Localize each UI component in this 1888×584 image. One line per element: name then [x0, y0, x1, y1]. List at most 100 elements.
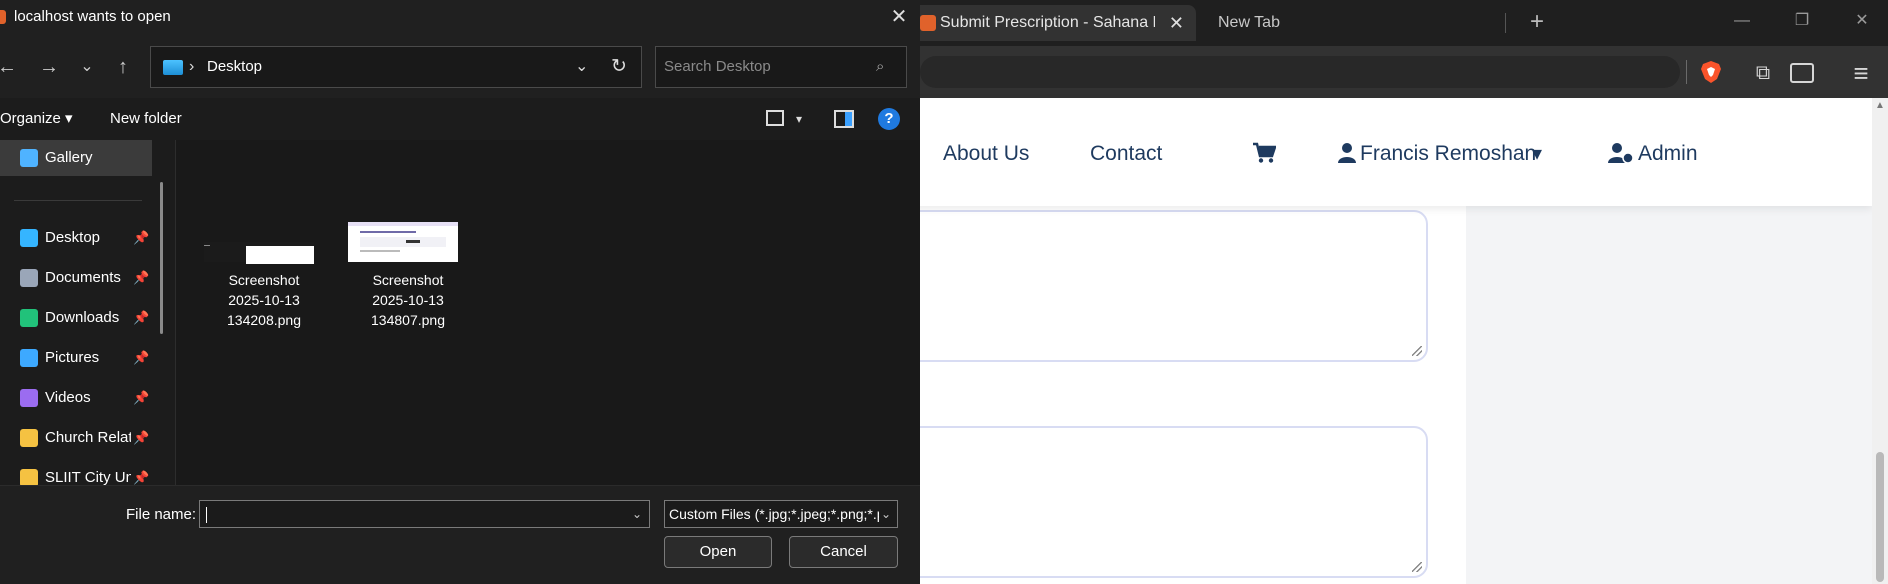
- nav-item-label: Desktop: [45, 229, 101, 246]
- cart-icon[interactable]: [1252, 142, 1276, 164]
- minimize-button[interactable]: —: [1722, 6, 1762, 36]
- back-icon[interactable]: ←: [0, 52, 20, 82]
- file-name-dropdown-icon[interactable]: ⌄: [632, 501, 642, 527]
- recent-locations-icon[interactable]: ⌄: [74, 52, 100, 82]
- folder-icon: [20, 229, 38, 247]
- file-name-line: 134807.png: [371, 312, 445, 328]
- file-name: Screenshot 2025-10-13 134208.png: [204, 270, 324, 330]
- path-separator-icon[interactable]: ›: [189, 47, 194, 87]
- folder-icon: [20, 269, 38, 287]
- tab-close-icon[interactable]: ✕: [1169, 5, 1184, 41]
- nav-item-videos[interactable]: Videos 📌: [0, 380, 152, 416]
- organize-menu[interactable]: Organize ▾: [0, 108, 73, 130]
- nav-user-menu[interactable]: Francis Remoshan: [1360, 140, 1536, 168]
- address-bar[interactable]: [920, 56, 1680, 88]
- nav-item-documents[interactable]: Documents 📌: [0, 260, 152, 296]
- notes-textarea[interactable]: [860, 210, 1428, 362]
- nav-pane-scrollbar[interactable]: [160, 182, 163, 334]
- scroll-thumb[interactable]: [1876, 452, 1884, 582]
- resize-handle[interactable]: [1412, 562, 1422, 572]
- folder-icon: [20, 309, 38, 327]
- admin-icon: [1608, 143, 1634, 164]
- up-folder-icon[interactable]: ↑: [110, 52, 136, 82]
- pin-icon[interactable]: 📌: [133, 340, 149, 376]
- help-icon[interactable]: ?: [878, 108, 900, 130]
- pin-icon[interactable]: 📌: [133, 420, 149, 456]
- file-name-line: 2025-10-13: [228, 292, 300, 308]
- search-input[interactable]: Search Desktop ⌕: [655, 46, 907, 88]
- tab-submit-prescription[interactable]: Submit Prescription - Sahana Medicals ✕: [910, 5, 1196, 41]
- window-close-button[interactable]: ✕: [1842, 6, 1882, 36]
- pin-icon[interactable]: 📌: [133, 300, 149, 336]
- user-menu-caret-icon[interactable]: ▾: [1532, 140, 1542, 168]
- nav-item-label: Downloads: [45, 309, 120, 326]
- browser-menu-icon[interactable]: ≡: [1848, 60, 1874, 86]
- nav-item-pictures[interactable]: Pictures 📌: [0, 340, 152, 376]
- nav-item-label: Church Related: [45, 429, 131, 446]
- tab-title: Submit Prescription - Sahana Medicals: [940, 14, 1155, 31]
- nav-admin[interactable]: Admin: [1638, 140, 1698, 168]
- user-icon: [1338, 143, 1356, 163]
- tab-separator: [1505, 13, 1506, 33]
- folder-icon: [20, 349, 38, 367]
- file-type-select[interactable]: Custom Files (*.jpg;*.jpeg;*.png;*.pdf) …: [664, 500, 898, 528]
- nav-item-downloads[interactable]: Downloads 📌: [0, 300, 152, 336]
- change-view-icon[interactable]: [766, 110, 784, 126]
- pin-icon[interactable]: 📌: [133, 380, 149, 416]
- nav-item-label: Documents: [45, 269, 121, 286]
- nav-item-desktop[interactable]: Desktop 📌: [0, 220, 152, 256]
- file-name-line: 2025-10-13: [372, 292, 444, 308]
- path-current-folder[interactable]: Desktop: [207, 47, 262, 87]
- resize-handle[interactable]: [1412, 346, 1422, 356]
- file-name-line: Screenshot: [372, 272, 444, 288]
- file-name-line: 134208.png: [227, 312, 301, 328]
- file-type-dropdown-icon[interactable]: ⌄: [881, 501, 891, 527]
- nav-item-label: Videos: [45, 389, 91, 406]
- nav-contact[interactable]: Contact: [1090, 140, 1162, 168]
- nav-item-gallery[interactable]: Gallery: [0, 140, 152, 176]
- dialog-title: localhost wants to open: [14, 8, 171, 25]
- text-caret: [206, 507, 207, 523]
- nav-item-church-related[interactable]: Church Related📌: [0, 420, 152, 456]
- app-icon: [0, 10, 6, 24]
- scroll-up-icon[interactable]: ▲: [1874, 100, 1886, 112]
- nav-item-label: Pictures: [45, 349, 100, 366]
- pin-icon[interactable]: 📌: [133, 220, 149, 256]
- address-path-bar[interactable]: › Desktop ⌄ ↻: [150, 46, 642, 88]
- file-thumbnail: [204, 242, 314, 264]
- tab-new-tab[interactable]: New Tab: [1205, 5, 1495, 41]
- nav-divider: [14, 200, 142, 201]
- brave-shields-icon[interactable]: [1700, 60, 1722, 84]
- folder-icon: [20, 149, 38, 167]
- site-favicon-icon: [920, 15, 936, 31]
- file-name-line: Screenshot: [228, 272, 300, 288]
- search-placeholder: Search Desktop: [664, 58, 771, 75]
- folder-icon: [20, 389, 38, 407]
- preview-pane-icon[interactable]: [834, 110, 854, 128]
- file-type-value: Custom Files (*.jpg;*.jpeg;*.png;*.pdf): [669, 506, 879, 522]
- file-thumbnail: [348, 222, 458, 262]
- file-name: Screenshot 2025-10-13 134807.png: [348, 270, 468, 330]
- path-history-dropdown-icon[interactable]: ⌄: [575, 47, 588, 87]
- refresh-icon[interactable]: ↻: [611, 47, 627, 87]
- folder-icon: [20, 429, 38, 447]
- new-folder-button[interactable]: New folder: [110, 108, 182, 130]
- view-options-dropdown-icon[interactable]: ▾: [796, 108, 802, 130]
- sidebar-icon[interactable]: [1790, 63, 1814, 83]
- nav-about-us[interactable]: About Us: [943, 140, 1029, 168]
- toolbar-separator: [1686, 60, 1687, 84]
- nav-item-label: Gallery: [45, 149, 93, 166]
- dialog-close-button[interactable]: ✕: [886, 4, 912, 30]
- extensions-icon[interactable]: ⧉: [1750, 60, 1776, 86]
- file-name-label: File name:: [126, 506, 197, 523]
- search-icon[interactable]: ⌕: [876, 47, 884, 87]
- open-button[interactable]: Open: [664, 536, 772, 568]
- cancel-button[interactable]: Cancel: [789, 536, 898, 568]
- pin-icon[interactable]: 📌: [133, 260, 149, 296]
- file-name-input[interactable]: ⌄: [199, 500, 650, 528]
- desktop-folder-icon: [163, 60, 183, 75]
- restore-button[interactable]: ❐: [1782, 6, 1822, 36]
- new-tab-button[interactable]: +: [1520, 6, 1554, 40]
- address-textarea[interactable]: [860, 426, 1428, 578]
- forward-icon[interactable]: →: [36, 52, 62, 82]
